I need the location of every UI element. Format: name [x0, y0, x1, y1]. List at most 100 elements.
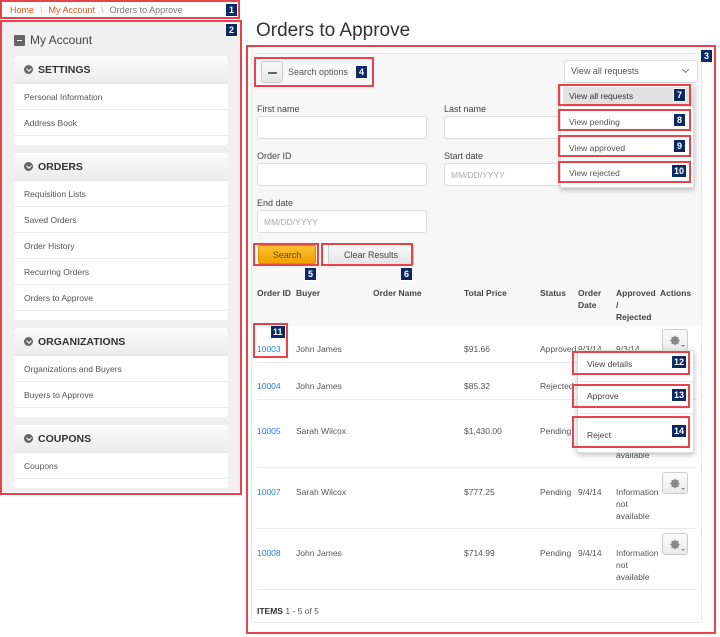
gear-icon [670, 478, 680, 489]
sidebar-item-saved-orders[interactable]: Saved Orders [14, 207, 228, 233]
sidebar-heading-settings[interactable]: SETTINGS [14, 56, 228, 84]
status-cell: Pending [540, 548, 572, 558]
breadcrumb-separator: \ [40, 5, 43, 15]
caret-icon [681, 488, 685, 490]
items-count: ITEMS 1 - 5 of 5 [257, 606, 319, 616]
annotation-badge: 11 [270, 325, 286, 339]
sidebar-section-settings: SETTINGS Personal Information Address Bo… [14, 56, 228, 145]
annotation-badge: 12 [671, 355, 688, 369]
sidebar-item-buyers-to-approve[interactable]: Buyers to Approve [14, 382, 228, 408]
breadcrumb-my-account[interactable]: My Account [49, 5, 96, 15]
annotation-badge: 10 [671, 164, 688, 178]
search-button[interactable]: Search [258, 245, 316, 264]
order-id-link[interactable]: 10008 [257, 547, 281, 559]
caret-icon [681, 549, 685, 551]
sidebar-heading-label: COUPONS [38, 432, 92, 445]
table-row: 10008 John James $714.99 Pending 9/4/14 … [257, 529, 697, 590]
order-date-cell: 9/4/14 [578, 487, 602, 497]
gear-icon [670, 335, 680, 346]
view-filter-select[interactable]: View all requests [564, 60, 698, 83]
buyer-cell: John James [296, 381, 342, 391]
sidebar-section-coupons: COUPONS Coupons [14, 425, 228, 488]
column-header-order-date: Order Date [578, 288, 602, 310]
breadcrumb-home[interactable]: Home [10, 5, 34, 15]
sidebar-item-personal-information[interactable]: Personal Information [14, 84, 228, 110]
chevron-down-icon [24, 337, 33, 346]
sidebar-item-orders-to-approve[interactable]: Orders to Approve [14, 285, 228, 311]
start-date-label: Start date [444, 151, 484, 161]
sidebar-heading-label: SETTINGS [38, 63, 91, 76]
buyer-cell: John James [296, 344, 342, 354]
column-header-total-price: Total Price [464, 288, 507, 298]
buyer-cell: Sarah Wilcox [296, 426, 347, 436]
view-filter-selected: View all requests [571, 66, 639, 76]
page-title: Orders to Approve [256, 20, 411, 41]
sidebar-heading-orders[interactable]: ORDERS [14, 153, 228, 181]
status-cell: Pending [540, 487, 572, 497]
annotation-badge: 14 [671, 424, 688, 438]
annotation-badge: 2 [225, 23, 238, 37]
sidebar-item-address-book[interactable]: Address Book [14, 110, 228, 136]
sidebar-item-recurring-orders[interactable]: Recurring Orders [14, 259, 228, 285]
order-id-link[interactable]: 10007 [257, 486, 281, 498]
table-header: Order ID Buyer Order Name Total Price St… [252, 272, 701, 326]
status-cell: Pending [540, 426, 572, 436]
chevron-down-icon [24, 65, 33, 74]
last-name-label: Last name [444, 104, 487, 114]
first-name-input[interactable] [257, 116, 427, 139]
order-id-label: Order ID [257, 151, 292, 161]
column-header-order-id: Order ID [257, 288, 292, 298]
buyer-cell: Sarah Wilcox [296, 487, 347, 497]
gear-icon [670, 539, 680, 550]
order-date-cell: 9/4/14 [578, 548, 602, 558]
sidebar-title[interactable]: My Account [14, 33, 228, 47]
collapse-icon [14, 34, 25, 46]
order-id-link[interactable]: 10005 [257, 425, 281, 437]
column-header-approved-rejected: Approved / Rejected [616, 288, 656, 322]
status-cell: Approved [540, 344, 577, 354]
approved-cell: Information not available [616, 487, 659, 521]
annotation-badge: 1 [225, 3, 238, 17]
end-date-input[interactable] [257, 210, 427, 233]
sidebar-heading-coupons[interactable]: COUPONS [14, 425, 228, 453]
sidebar-title-label: My Account [30, 33, 93, 47]
annotation-badge: 13 [671, 388, 688, 402]
order-id-input[interactable] [257, 163, 427, 186]
annotation-badge: 6 [400, 267, 413, 281]
actions-gear-button[interactable] [662, 472, 688, 494]
clear-results-button[interactable]: Clear Results [328, 244, 414, 265]
sidebar-heading-organizations[interactable]: ORGANIZATIONS [14, 328, 228, 356]
total-price-cell: $85.32 [464, 381, 490, 391]
search-options-toggle[interactable] [261, 61, 283, 83]
sidebar-item-order-history[interactable]: Order History [14, 233, 228, 259]
annotation-badge: 9 [673, 139, 686, 153]
sidebar-item-organizations-and-buyers[interactable]: Organizations and Buyers [14, 356, 228, 382]
column-header-status: Status [540, 288, 566, 298]
buyer-cell: John James [296, 548, 342, 558]
column-header-actions: Actions [660, 288, 692, 298]
orders-panel: Search options View all requests First n… [247, 47, 715, 633]
total-price-cell: $91.66 [464, 344, 490, 354]
first-name-label: First name [257, 104, 300, 114]
actions-gear-button[interactable] [662, 329, 688, 351]
table-row: 10007 Sarah Wilcox $777.25 Pending 9/4/1… [257, 468, 697, 529]
status-cell: Rejected [540, 381, 574, 391]
chevron-down-icon [24, 162, 33, 171]
annotation-badge: 8 [673, 113, 686, 127]
sidebar-heading-label: ORGANIZATIONS [38, 335, 126, 348]
actions-gear-button[interactable] [662, 533, 688, 555]
breadcrumb-separator: \ [101, 5, 104, 15]
account-sidebar: My Account SETTINGS Personal Information… [2, 22, 240, 492]
chevron-down-icon [24, 434, 33, 443]
breadcrumb-current: Orders to Approve [109, 5, 183, 15]
column-header-order-name: Order Name [373, 288, 422, 298]
order-id-link[interactable]: 10003 [257, 343, 281, 355]
column-header-buyer: Buyer [296, 288, 321, 298]
search-options-label[interactable]: Search options [288, 67, 348, 77]
annotation-badge: 5 [304, 267, 317, 281]
sidebar-item-requisition-lists[interactable]: Requisition Lists [14, 181, 228, 207]
chevron-down-icon [681, 65, 690, 74]
caret-icon [681, 345, 685, 347]
sidebar-item-coupons[interactable]: Coupons [14, 453, 228, 479]
order-id-link[interactable]: 10004 [257, 380, 281, 392]
